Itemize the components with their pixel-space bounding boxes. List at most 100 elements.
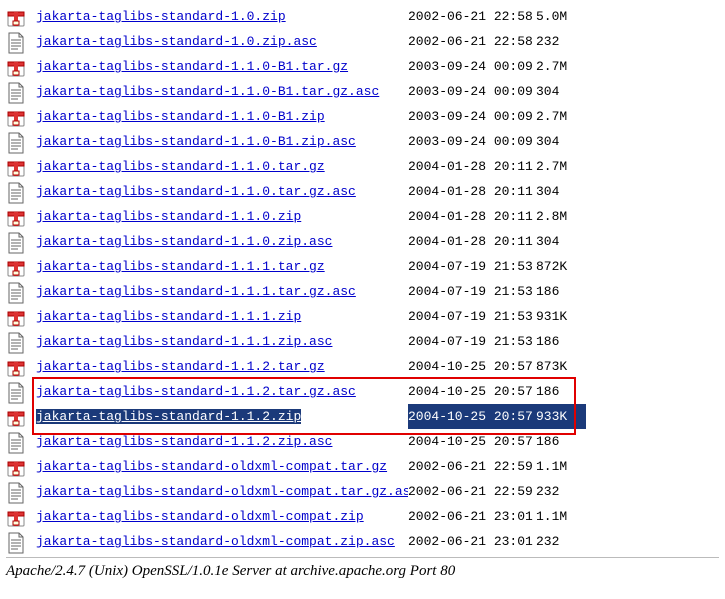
file-date: 2003-09-24 00:09 (408, 129, 536, 154)
file-link[interactable]: jakarta-taglibs-standard-1.1.0-B1.tar.gz (36, 59, 348, 74)
file-row: jakarta-taglibs-standard-1.1.1.tar.gz200… (6, 254, 719, 279)
file-size: 232 (536, 529, 586, 554)
file-size: 2.7M (536, 154, 586, 179)
file-size: 1.1M (536, 504, 586, 529)
file-date: 2004-01-28 20:11 (408, 204, 536, 229)
file-link[interactable]: jakarta-taglibs-standard-oldxml-compat.t… (36, 484, 408, 499)
file-name-cell: jakarta-taglibs-standard-oldxml-compat.t… (36, 479, 408, 504)
server-footer: Apache/2.4.7 (Unix) OpenSSL/1.0.1e Serve… (6, 563, 719, 580)
archive-icon (6, 456, 26, 478)
file-name-cell: jakarta-taglibs-standard-1.1.1.tar.gz.as… (36, 279, 408, 304)
file-link[interactable]: jakarta-taglibs-standard-1.1.0.tar.gz (36, 159, 325, 174)
file-date: 2004-01-28 20:11 (408, 179, 536, 204)
archive-icon (6, 356, 26, 378)
file-link[interactable]: jakarta-taglibs-standard-1.1.2.tar.gz.as… (36, 384, 356, 399)
file-link[interactable]: jakarta-taglibs-standard-1.1.0.zip.asc (36, 234, 332, 249)
file-size: 2.7M (536, 54, 586, 79)
archive-icon (6, 56, 26, 78)
file-row: jakarta-taglibs-standard-1.1.2.zip2004-1… (6, 404, 719, 429)
file-row: jakarta-taglibs-standard-1.0.zip2002-06-… (6, 4, 719, 29)
text-file-icon (6, 331, 26, 353)
file-link[interactable]: jakarta-taglibs-standard-1.1.1.zip (36, 309, 301, 324)
file-row: jakarta-taglibs-standard-1.1.1.zip.asc20… (6, 329, 719, 354)
file-size: 186 (536, 329, 586, 354)
archive-icon (6, 306, 26, 328)
file-link[interactable]: jakarta-taglibs-standard-1.1.0.zip (36, 209, 301, 224)
file-size: 304 (536, 129, 586, 154)
file-size: 232 (536, 29, 586, 54)
file-link[interactable]: jakarta-taglibs-standard-oldxml-compat.t… (36, 459, 387, 474)
file-link[interactable]: jakarta-taglibs-standard-1.1.2.zip.asc (36, 434, 332, 449)
file-size: 5.0M (536, 4, 586, 29)
file-name-cell: jakarta-taglibs-standard-1.0.zip.asc (36, 29, 408, 54)
archive-icon (6, 156, 26, 178)
file-link[interactable]: jakarta-taglibs-standard-1.0.zip (36, 9, 286, 24)
file-row: jakarta-taglibs-standard-1.1.2.tar.gz.as… (6, 379, 719, 404)
file-name-cell: jakarta-taglibs-standard-oldxml-compat.t… (36, 454, 408, 479)
file-row: jakarta-taglibs-standard-1.1.0-B1.tar.gz… (6, 54, 719, 79)
file-link[interactable]: jakarta-taglibs-standard-1.1.2.tar.gz (36, 359, 325, 374)
file-link[interactable]: jakarta-taglibs-standard-oldxml-compat.z… (36, 509, 364, 524)
file-row: jakarta-taglibs-standard-oldxml-compat.z… (6, 529, 719, 554)
file-name-cell: jakarta-taglibs-standard-1.0.zip (36, 4, 408, 29)
file-row: jakarta-taglibs-standard-oldxml-compat.t… (6, 479, 719, 504)
file-name-cell: jakarta-taglibs-standard-1.1.2.tar.gz.as… (36, 379, 408, 404)
file-name-cell: jakarta-taglibs-standard-oldxml-compat.z… (36, 504, 408, 529)
file-link[interactable]: jakarta-taglibs-standard-1.1.0-B1.zip.as… (36, 134, 356, 149)
file-link[interactable]: jakarta-taglibs-standard-1.1.0-B1.zip (36, 109, 325, 124)
text-file-icon (6, 81, 26, 103)
file-name-cell: jakarta-taglibs-standard-1.1.1.zip (36, 304, 408, 329)
file-row: jakarta-taglibs-standard-oldxml-compat.t… (6, 454, 719, 479)
file-size: 232 (536, 479, 586, 504)
file-name-cell: jakarta-taglibs-standard-1.1.0.zip (36, 204, 408, 229)
text-file-icon (6, 231, 26, 253)
file-link[interactable]: jakarta-taglibs-standard-oldxml-compat.z… (36, 534, 395, 549)
file-name-cell: jakarta-taglibs-standard-1.1.0.tar.gz.as… (36, 179, 408, 204)
divider (6, 557, 719, 558)
file-name-cell: jakarta-taglibs-standard-1.1.0.zip.asc (36, 229, 408, 254)
file-date: 2003-09-24 00:09 (408, 104, 536, 129)
archive-icon (6, 106, 26, 128)
file-name-cell: jakarta-taglibs-standard-1.1.1.zip.asc (36, 329, 408, 354)
archive-icon (6, 406, 26, 428)
file-row: jakarta-taglibs-standard-1.1.2.zip.asc 20… (6, 429, 719, 454)
file-size: 873K (536, 354, 586, 379)
file-date: 2002-06-21 22:59 (408, 479, 536, 504)
file-link[interactable]: jakarta-taglibs-standard-1.1.1.tar.gz.as… (36, 284, 356, 299)
file-link[interactable]: jakarta-taglibs-standard-1.1.2.zip (36, 409, 301, 424)
file-row: jakarta-taglibs-standard-1.1.0.tar.gz200… (6, 154, 719, 179)
file-link[interactable]: jakarta-taglibs-standard-1.1.1.tar.gz (36, 259, 325, 274)
text-file-icon (6, 431, 26, 453)
file-name-cell: jakarta-taglibs-standard-1.1.1.tar.gz (36, 254, 408, 279)
file-date: 2003-09-24 00:09 (408, 54, 536, 79)
file-size: 872K (536, 254, 586, 279)
file-link[interactable]: jakarta-taglibs-standard-1.0.zip.asc (36, 34, 317, 49)
file-date: 2004-10-25 20:57 (408, 429, 536, 454)
archive-icon (6, 256, 26, 278)
file-size: 2.8M (536, 204, 586, 229)
file-size: 304 (536, 229, 586, 254)
file-size: 2.7M (536, 104, 586, 129)
file-size: 931K (536, 304, 586, 329)
file-link[interactable]: jakarta-taglibs-standard-1.1.0.tar.gz.as… (36, 184, 356, 199)
file-name-cell: jakarta-taglibs-standard-1.1.0-B1.tar.gz… (36, 79, 408, 104)
text-file-icon (6, 531, 26, 553)
file-link[interactable]: jakarta-taglibs-standard-1.1.0-B1.tar.gz… (36, 84, 379, 99)
file-row: jakarta-taglibs-standard-1.1.1.tar.gz.as… (6, 279, 719, 304)
file-date: 2002-06-21 22:59 (408, 454, 536, 479)
text-file-icon (6, 381, 26, 403)
file-row: jakarta-taglibs-standard-1.1.1.zip 2004-0… (6, 304, 719, 329)
file-size: 1.1M (536, 454, 586, 479)
archive-icon (6, 6, 26, 28)
file-size: 304 (536, 79, 586, 104)
file-row: jakarta-taglibs-standard-oldxml-compat.z… (6, 504, 719, 529)
file-row: jakarta-taglibs-standard-1.1.0.zip 2004-0… (6, 204, 719, 229)
file-size: 304 (536, 179, 586, 204)
file-link[interactable]: jakarta-taglibs-standard-1.1.1.zip.asc (36, 334, 332, 349)
file-date: 2004-07-19 21:53 (408, 304, 536, 329)
file-date: 2002-06-21 23:01 (408, 529, 536, 554)
file-row: jakarta-taglibs-standard-1.1.0.tar.gz.as… (6, 179, 719, 204)
file-name-cell: jakarta-taglibs-standard-1.1.2.zip.asc (36, 429, 408, 454)
file-row: jakarta-taglibs-standard-1.1.2.tar.gz200… (6, 354, 719, 379)
file-date: 2004-10-25 20:57 (408, 379, 536, 404)
